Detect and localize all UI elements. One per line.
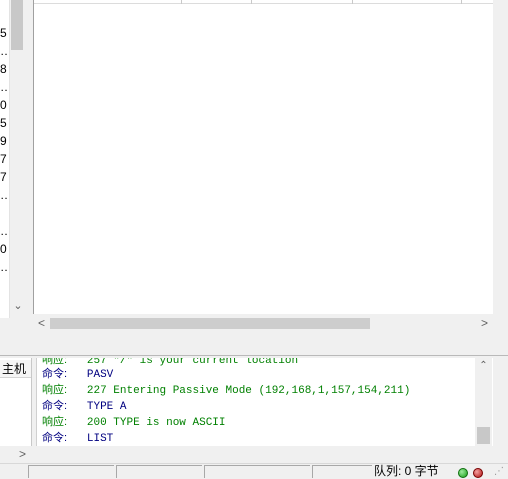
scroll-left-icon[interactable]: <: [33, 314, 50, 332]
log-entry-type: 响应:: [42, 358, 68, 366]
log-entry-text: TYPE A: [86, 401, 127, 413]
log-entry-type: 命令:: [42, 400, 68, 412]
left-scrollbar-thumb[interactable]: [11, 0, 23, 50]
log-entry-text: LIST: [86, 433, 114, 445]
status-segment: [312, 465, 372, 478]
log-entry-text: 227 Entering Passive Mode (192,168,1,157…: [86, 385, 411, 397]
left-horizontal-scroll-area: [0, 318, 27, 335]
horizontal-scrollbar-thumb[interactable]: [50, 318, 370, 329]
log-entry: 响应: 227 Entering Passive Mode (192,168,1…: [42, 382, 410, 399]
bottom-scroll-row: [0, 446, 508, 463]
log-entry: 命令: LIST: [42, 430, 113, 446]
pane-splitter[interactable]: [0, 335, 508, 355]
divider: [0, 355, 508, 356]
resize-grip-icon[interactable]: ⋰: [490, 466, 504, 478]
log-entry-text: 200 TYPE is now ASCII: [86, 417, 226, 429]
log-entry-type: 响应:: [42, 384, 68, 396]
log-scrollbar-thumb[interactable]: [477, 427, 490, 444]
right-edge-strip: [493, 0, 508, 335]
host-column-header[interactable]: 主机: [0, 360, 31, 378]
send-indicator-icon: [473, 468, 483, 478]
scroll-right-icon[interactable]: >: [14, 446, 31, 463]
column-separator[interactable]: [352, 0, 353, 4]
scroll-up-icon[interactable]: ⌃: [475, 358, 492, 374]
log-entry-type: 命令:: [42, 368, 68, 380]
log-entry-type: 响应:: [42, 416, 68, 428]
status-segment: [204, 465, 310, 478]
log-entry: 响应: 200 TYPE is now ASCII: [42, 414, 226, 431]
status-segment: [116, 465, 202, 478]
left-scroll-down-icon[interactable]: ⌄: [9, 297, 27, 315]
scroll-right-icon[interactable]: >: [476, 314, 493, 332]
log-entry-text: 257 "/" is your current location: [86, 358, 299, 367]
receive-indicator-icon: [458, 468, 468, 478]
remote-file-list[interactable]: [33, 0, 494, 314]
log-entry: 命令: TYPE A: [42, 398, 126, 415]
log-entry-text: PASV: [86, 369, 114, 381]
column-separator[interactable]: [461, 0, 462, 4]
log-entry-type: 命令:: [42, 432, 68, 444]
message-log[interactable]: 响应: 257 "/" is your current location 命令: …: [36, 358, 493, 446]
column-separator[interactable]: [181, 0, 182, 4]
column-separator[interactable]: [251, 0, 252, 4]
log-entry: 命令: PASV: [42, 366, 113, 383]
column-header-edge: [34, 3, 493, 4]
queue-size-label: 队列: 0 字节: [374, 464, 439, 478]
status-segment: [28, 465, 114, 478]
